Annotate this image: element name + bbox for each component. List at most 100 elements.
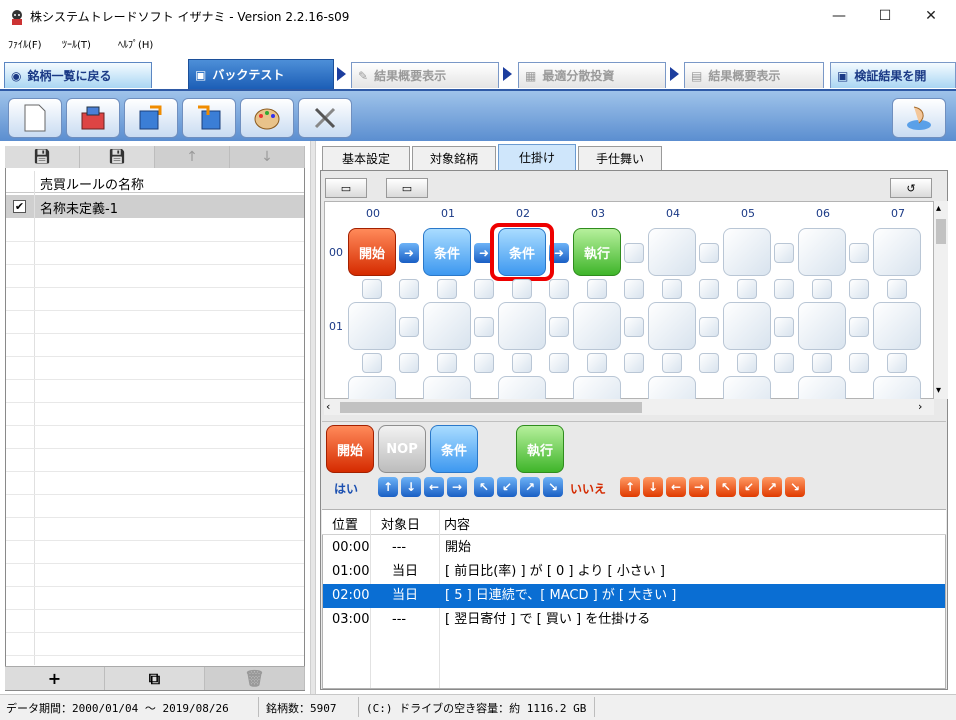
empty-slot[interactable] — [648, 376, 696, 399]
empty-slot[interactable] — [348, 302, 396, 350]
empty-connector[interactable] — [774, 279, 794, 299]
empty-connector[interactable] — [512, 279, 532, 299]
monitor-button-1[interactable]: ▭ — [325, 178, 367, 198]
empty-slot[interactable] — [723, 376, 771, 399]
empty-connector[interactable] — [437, 279, 457, 299]
no-arrow-down-icon[interactable]: ↓ — [643, 477, 663, 497]
empty-connector[interactable] — [849, 353, 869, 373]
tab-verify[interactable]: ▣ 検証結果を開 — [830, 62, 956, 88]
menu-file[interactable]: ﾌｧｲﾙ(F) — [8, 36, 42, 51]
empty-connector[interactable] — [662, 353, 682, 373]
empty-connector[interactable] — [699, 243, 719, 263]
empty-connector[interactable] — [587, 279, 607, 299]
flow-node-start[interactable]: 開始 — [348, 228, 396, 276]
tab-summary-1[interactable]: ✎ 結果概要表示 — [351, 62, 499, 88]
empty-connector[interactable] — [699, 353, 719, 373]
empty-connector[interactable] — [362, 279, 382, 299]
menu-tools[interactable]: ﾂｰﾙ(T) — [62, 36, 91, 51]
empty-connector[interactable] — [512, 353, 532, 373]
table-row[interactable]: 03:00 --- [ 翌日寄付 ] で [ 買い ] を仕掛ける — [323, 608, 945, 632]
empty-connector[interactable] — [587, 353, 607, 373]
empty-slot[interactable] — [498, 376, 546, 399]
maximize-button[interactable]: ☐ — [862, 0, 908, 32]
empty-connector[interactable] — [699, 279, 719, 299]
empty-connector[interactable] — [812, 279, 832, 299]
empty-connector[interactable] — [662, 279, 682, 299]
save-as-rule-button[interactable]: 💾︎ — [80, 146, 155, 168]
palette-nop[interactable]: NOP — [378, 425, 426, 473]
grid-horizontal-scroll-thumb[interactable] — [340, 402, 642, 413]
tab-distribution[interactable]: ▦ 最適分散投資 — [518, 62, 666, 88]
flow-node-condition-1[interactable]: 条件 — [423, 228, 471, 276]
no-arrow-down-right-icon[interactable]: ↘ — [785, 477, 805, 497]
empty-connector[interactable] — [474, 317, 494, 337]
column-header-position[interactable]: 位置 — [332, 514, 358, 533]
empty-connector[interactable] — [849, 317, 869, 337]
no-arrow-up-left-icon[interactable]: ↖ — [716, 477, 736, 497]
empty-connector[interactable] — [624, 353, 644, 373]
panel-splitter[interactable] — [310, 141, 316, 694]
scroll-up-icon[interactable]: ▴ — [936, 203, 941, 214]
empty-connector[interactable] — [887, 279, 907, 299]
empty-connector[interactable] — [812, 353, 832, 373]
yes-arrow-down-icon[interactable]: ↓ — [401, 477, 421, 497]
palette-button[interactable] — [240, 98, 294, 138]
empty-connector[interactable] — [362, 353, 382, 373]
move-down-button[interactable]: ↓ — [230, 146, 305, 168]
empty-connector[interactable] — [774, 353, 794, 373]
no-arrow-left-icon[interactable]: ← — [666, 477, 686, 497]
subtab-entry[interactable]: 仕掛け — [498, 144, 576, 170]
monitor-button-2[interactable]: ▭ — [386, 178, 428, 198]
undo-button[interactable]: ↺ — [890, 178, 932, 198]
grid-vertical-scroll-thumb[interactable] — [936, 219, 946, 244]
table-row[interactable]: 00:00 --- 開始 — [323, 536, 945, 560]
subtab-basic-settings[interactable]: 基本設定 — [322, 146, 410, 170]
column-header-content[interactable]: 内容 — [444, 514, 470, 533]
subtab-target-stocks[interactable]: 対象銘柄 — [412, 146, 496, 170]
empty-slot[interactable] — [498, 302, 546, 350]
yes-arrow-up-left-icon[interactable]: ↖ — [474, 477, 494, 497]
flow-node-execute[interactable]: 執行 — [573, 228, 621, 276]
palette-condition[interactable]: 条件 — [430, 425, 478, 473]
empty-connector[interactable] — [699, 317, 719, 337]
tab-backtest[interactable]: ▣ バックテスト — [188, 59, 334, 89]
copy-rule-button[interactable]: ⧉ — [105, 667, 205, 690]
empty-connector[interactable] — [474, 353, 494, 373]
empty-connector[interactable] — [399, 279, 419, 299]
yes-arrow-up-right-icon[interactable]: ↗ — [520, 477, 540, 497]
column-header-day[interactable]: 対象日 — [381, 514, 420, 533]
empty-connector[interactable] — [549, 279, 569, 299]
tab-summary-2[interactable]: ▤ 結果概要表示 — [684, 62, 824, 88]
scroll-left-icon[interactable]: ‹ — [326, 400, 330, 413]
no-arrow-up-icon[interactable]: ↑ — [620, 477, 640, 497]
add-rule-button[interactable]: + — [5, 667, 105, 690]
no-arrow-up-right-icon[interactable]: ↗ — [762, 477, 782, 497]
save-rule-button[interactable]: 💾︎ — [5, 146, 80, 168]
empty-slot[interactable] — [423, 376, 471, 399]
yes-arrow-right-icon[interactable]: → — [447, 477, 467, 497]
empty-connector[interactable] — [399, 353, 419, 373]
empty-slot[interactable] — [348, 376, 396, 399]
yes-arrow-down-left-icon[interactable]: ↙ — [497, 477, 517, 497]
empty-connector[interactable] — [849, 243, 869, 263]
empty-connector[interactable] — [624, 243, 644, 263]
empty-slot[interactable] — [798, 376, 846, 399]
empty-connector[interactable] — [624, 279, 644, 299]
subtab-exit[interactable]: 手仕舞い — [578, 146, 662, 170]
delete-rule-button[interactable]: 🗑︎ — [205, 667, 305, 690]
tab-home[interactable]: ◉ 銘柄一覧に戻る — [4, 62, 152, 88]
empty-slot[interactable] — [573, 376, 621, 399]
empty-connector[interactable] — [737, 279, 757, 299]
empty-connector[interactable] — [887, 353, 907, 373]
move-up-button[interactable]: ↑ — [155, 146, 230, 168]
palette-start[interactable]: 開始 — [326, 425, 374, 473]
rule-name[interactable]: 名称未定義-1 — [40, 198, 118, 217]
empty-connector[interactable] — [624, 317, 644, 337]
empty-slot[interactable] — [723, 302, 771, 350]
new-document-button[interactable] — [8, 98, 62, 138]
open-rule-button[interactable] — [66, 98, 120, 138]
empty-slot[interactable] — [798, 302, 846, 350]
empty-slot[interactable] — [573, 302, 621, 350]
empty-slot[interactable] — [798, 228, 846, 276]
no-arrow-down-left-icon[interactable]: ↙ — [739, 477, 759, 497]
